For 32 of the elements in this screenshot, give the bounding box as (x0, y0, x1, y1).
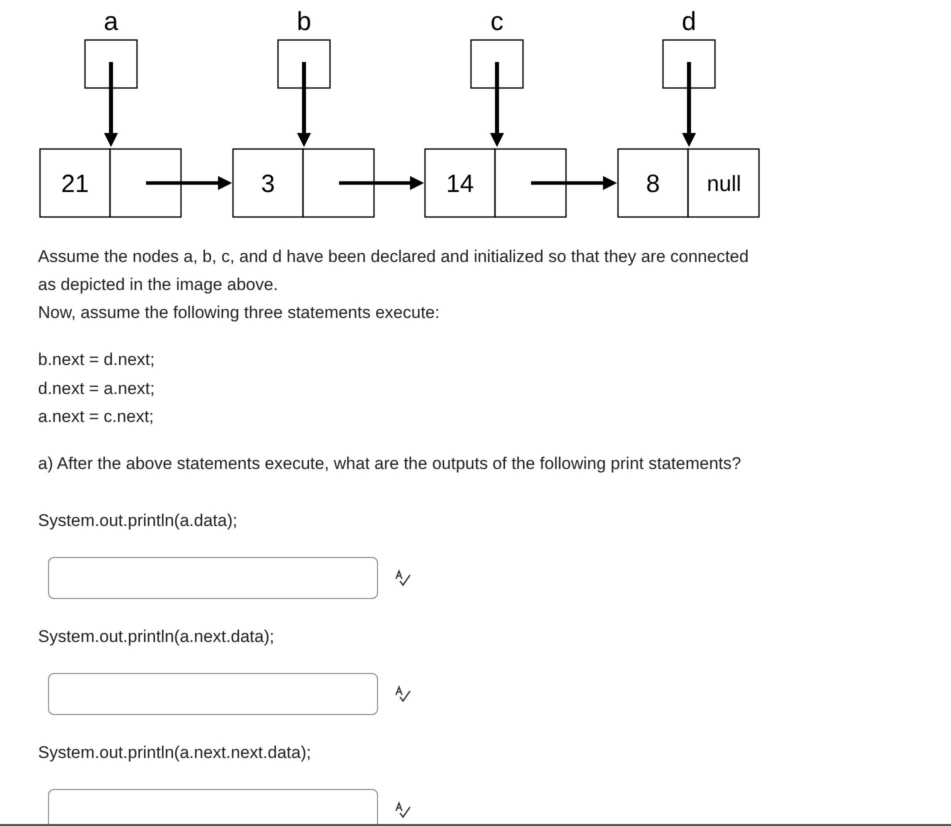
print-statement: System.out.println(a.next.next.data); (38, 742, 312, 764)
node-value: 14 (446, 170, 474, 198)
code-line: a.next = c.next; (38, 406, 155, 428)
variable-label: c (490, 6, 504, 36)
node-data-box (232, 148, 304, 218)
pointer-box (662, 39, 716, 89)
instruction-text: Now, assume the following three statements execute: (38, 302, 441, 324)
answer-field[interactable] (48, 672, 378, 714)
code-line: b.next = d.next; (38, 349, 156, 371)
code-line: d.next = a.next; (38, 378, 156, 400)
node-data-box (424, 148, 496, 218)
variable-label: b (296, 6, 312, 36)
spellcheck-icon[interactable] (394, 568, 412, 586)
variable-label: a (104, 6, 118, 36)
null-label: null (706, 171, 742, 196)
node-value: 8 (646, 170, 660, 198)
answer-field[interactable] (48, 788, 378, 824)
node-data-box (617, 148, 689, 218)
pointer-box (470, 39, 524, 89)
pointer-box (277, 39, 331, 89)
print-statement: System.out.println(a.next.data); (38, 626, 276, 648)
answer-field[interactable] (48, 556, 378, 598)
spellcheck-icon[interactable] (394, 800, 412, 818)
node-data-box (39, 148, 111, 218)
pointer-box (84, 39, 138, 89)
variable-label: d (682, 6, 696, 36)
node-value: 3 (261, 170, 275, 198)
spellcheck-icon[interactable] (394, 684, 412, 702)
node-value: 21 (61, 170, 89, 198)
question-text: a) After the above statements execute, what are the outputs of the following print statements? (38, 452, 742, 474)
print-statement: System.out.println(a.data); (38, 510, 238, 532)
instruction-text: Assume the nodes a, b, c, and d have been declared and initialized so that they are connected as depicted in the image above. (38, 246, 750, 296)
